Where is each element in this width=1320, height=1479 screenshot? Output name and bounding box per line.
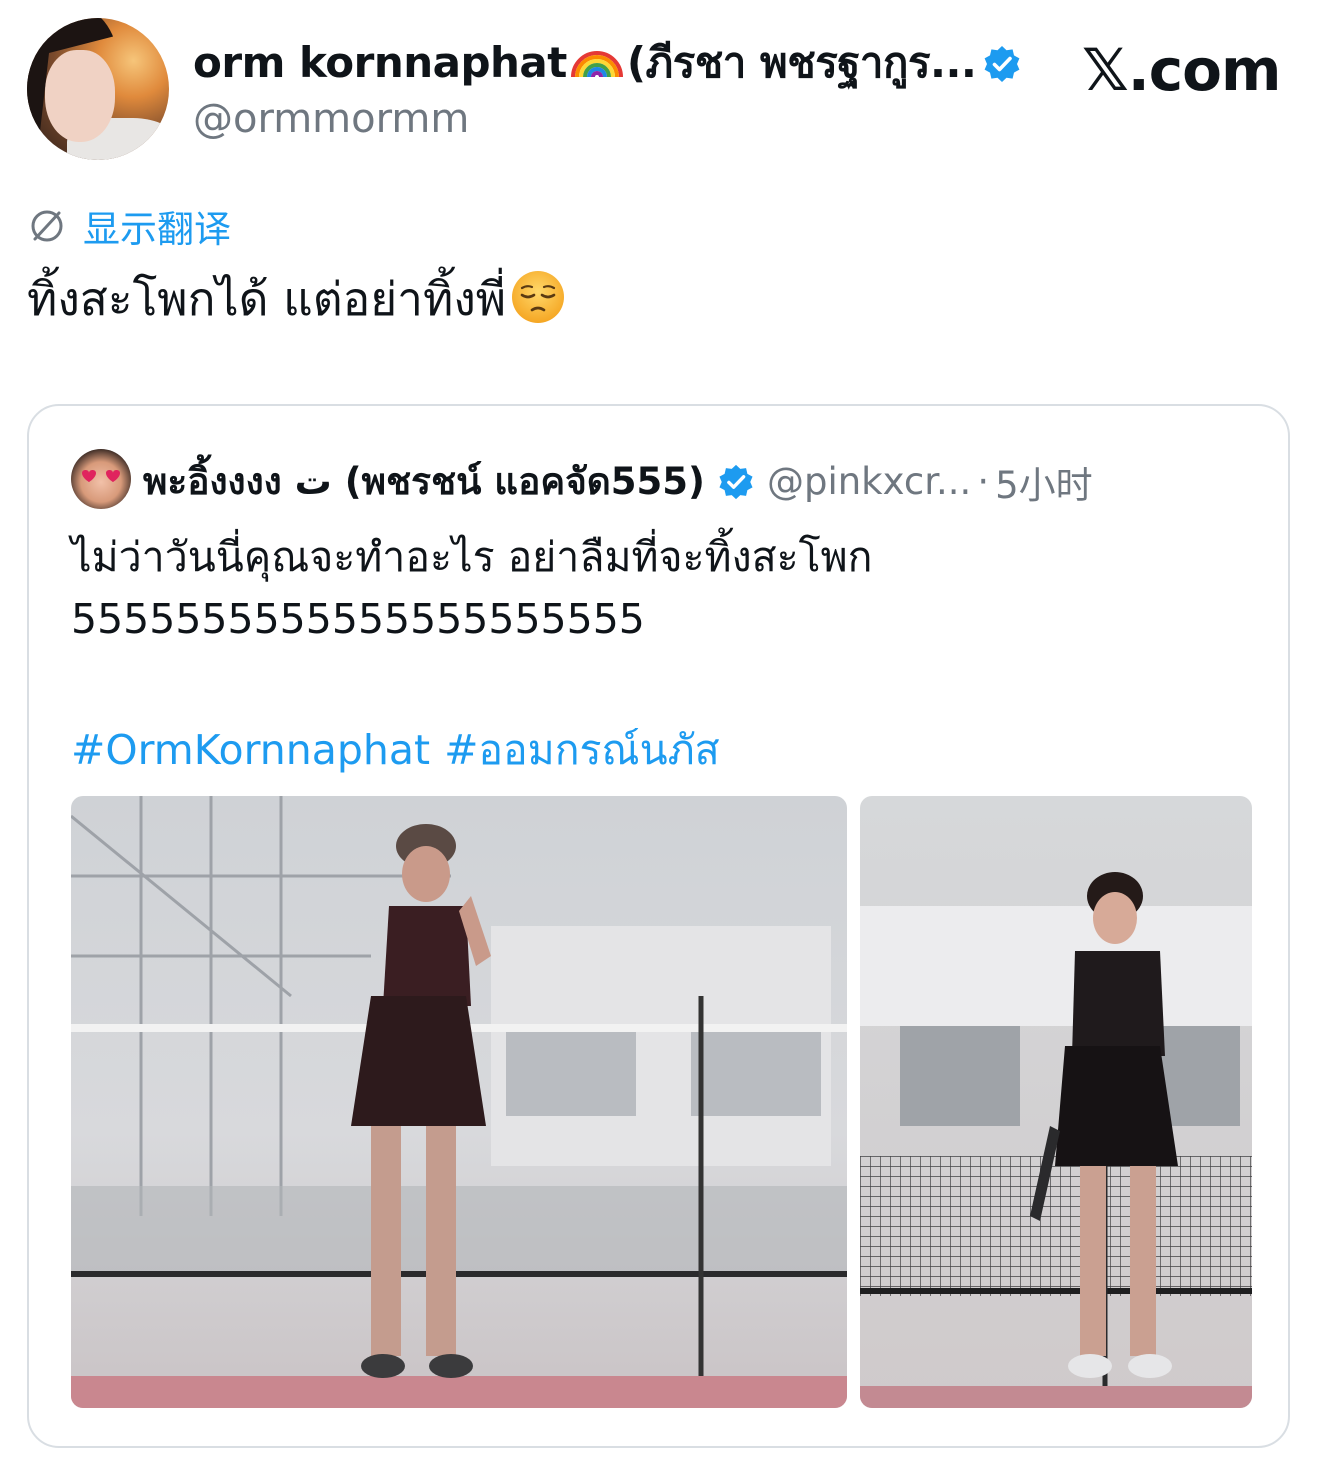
quoted-author-name[interactable]: พะอิ้งงงง ت (พชรชน์ แอคจัด555): [143, 452, 705, 511]
author-name-suffix: (ภีรชา พชรฐากูร...: [626, 38, 977, 87]
media-photo[interactable]: [71, 796, 847, 1408]
quoted-text-line-2: 5555555555555555555555: [71, 595, 645, 643]
tweet-header: orm kornnaphat (ภีรชา พชรฐากูร... @ormmo…: [0, 0, 1320, 170]
verified-badge-icon: [984, 46, 1020, 82]
show-translation-button[interactable]: 显示翻译: [27, 200, 231, 252]
quoted-timestamp[interactable]: 5小时: [995, 455, 1093, 509]
globe-icon: [31, 210, 63, 242]
quoted-verified-badge-icon: [719, 464, 753, 499]
rainbow-icon: [570, 51, 623, 78]
hashtag-link[interactable]: #OrmKornnaphat: [71, 726, 430, 774]
author-display-name[interactable]: orm kornnaphat (ภีรชา พชรฐากูร...: [193, 30, 1022, 96]
tweet-text: ทิ้งสะโพกได้ แต่อย่าทิ้งพี่: [27, 272, 507, 326]
quoted-hashtags: #OrmKornnaphat #ออมกรณ์นภัส: [71, 718, 734, 783]
separator-dot: ·: [977, 460, 990, 503]
author-avatar[interactable]: [27, 18, 169, 160]
quoted-author-handle[interactable]: @pinkxcr...: [767, 460, 971, 503]
quoted-text-line-1: ไม่ว่าวันนี่คุณจะทำอะไร อย่าลืมที่จะทิ้ง…: [71, 533, 873, 581]
pensive-face-icon: [512, 271, 565, 323]
author-name-text: orm kornnaphat: [193, 38, 567, 87]
hashtag-link[interactable]: #ออมกรณ์นภัส: [444, 726, 720, 774]
quoted-tweet-card[interactable]: พะอิ้งงงง ت (พชรชน์ แอคจัด555) @pinkxcr.…: [27, 404, 1290, 1448]
quoted-tweet-text: ไม่ว่าวันนี่คุณจะทำอะไร อย่าลืมที่จะทิ้ง…: [71, 526, 873, 650]
tweet-body: ทิ้งสะโพกได้ แต่อย่าทิ้งพี่: [27, 268, 566, 330]
show-translation-label: 显示翻译: [83, 208, 231, 251]
x-brand-logo: 𝕏.com: [1082, 36, 1281, 104]
author-handle[interactable]: @ormmormm: [193, 96, 469, 142]
media-photo[interactable]: [860, 796, 1252, 1408]
heart-glasses-icon: [82, 470, 120, 482]
quoted-author-avatar[interactable]: [71, 449, 131, 509]
quoted-tweet-header: พะอิ้งงงง ت (พชรชน์ แอคจัด555) @pinkxcr.…: [143, 452, 1093, 511]
